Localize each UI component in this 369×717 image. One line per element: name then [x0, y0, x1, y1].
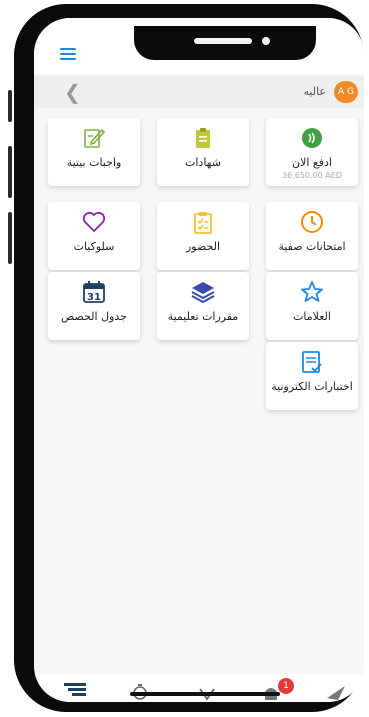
exam-icon: [266, 350, 358, 374]
front-camera: [262, 37, 270, 45]
calendar-day-number: 31: [87, 292, 101, 303]
student-name: عاليه: [303, 85, 326, 98]
tile-label: سلوكيات: [73, 240, 115, 253]
layers-icon: [157, 280, 249, 304]
tile-timetable[interactable]: 31 جدول الحصص: [48, 272, 140, 340]
tile-label: شهادات: [185, 156, 221, 169]
tile-label: مقررات تعليمية: [167, 310, 239, 323]
chevron-left-icon[interactable]: ❮: [64, 82, 81, 102]
attendance-icon: [157, 210, 249, 234]
tile-label: العلامات: [293, 310, 331, 323]
certificate-icon: [157, 126, 249, 150]
bottom-navigation: [34, 674, 364, 702]
clock-icon: [266, 210, 358, 234]
phone-notch: [134, 26, 316, 60]
tile-label: امتحانات صفية: [278, 240, 346, 253]
tile-label: واجبات بيتية: [66, 156, 122, 169]
tile-pay-now[interactable]: ادفع الان 36,650.00 AED: [266, 118, 358, 186]
pay-icon: [266, 126, 358, 150]
tile-courses[interactable]: مقررات تعليمية: [157, 272, 249, 340]
tile-certificates[interactable]: شهادات: [157, 118, 249, 186]
tile-label: اختبارات الكترونية: [271, 380, 353, 393]
avatar[interactable]: A G: [334, 81, 358, 103]
send-icon[interactable]: [326, 684, 346, 702]
tile-e-exams[interactable]: اختبارات الكترونية: [266, 342, 358, 410]
tile-label: ادفع الان: [292, 156, 332, 169]
tile-behaviour[interactable]: سلوكيات: [48, 202, 140, 270]
heart-icon: [48, 210, 140, 234]
calendar-icon: 31: [48, 280, 140, 304]
star-icon: [266, 280, 358, 304]
amount-due: 36,650.00 AED: [282, 171, 342, 180]
tile-homework[interactable]: واجبات بيتية: [48, 118, 140, 186]
phone-volume-down: [8, 212, 12, 264]
phone-frame: الرئيسية ❮ عاليه A G ادفع الان 36,650.00…: [14, 4, 364, 712]
app-screen: الرئيسية ❮ عاليه A G ادفع الان 36,650.00…: [34, 18, 364, 702]
tile-attendance[interactable]: الحضور: [157, 202, 249, 270]
tile-grades[interactable]: العلامات: [266, 272, 358, 340]
notification-badge: 1: [278, 678, 294, 694]
home-indicator: [130, 692, 280, 696]
tile-label: جدول الحصص: [61, 310, 127, 323]
phone-mute-switch: [8, 90, 12, 122]
homework-icon: [48, 126, 140, 150]
tile-label: الحضور: [185, 240, 221, 253]
list-icon[interactable]: [64, 682, 86, 701]
student-selector-bar[interactable]: ❮ عاليه A G: [34, 76, 364, 108]
speaker-grille: [194, 38, 252, 44]
tile-class-exams[interactable]: امتحانات صفية: [266, 202, 358, 270]
phone-volume-up: [8, 146, 12, 198]
